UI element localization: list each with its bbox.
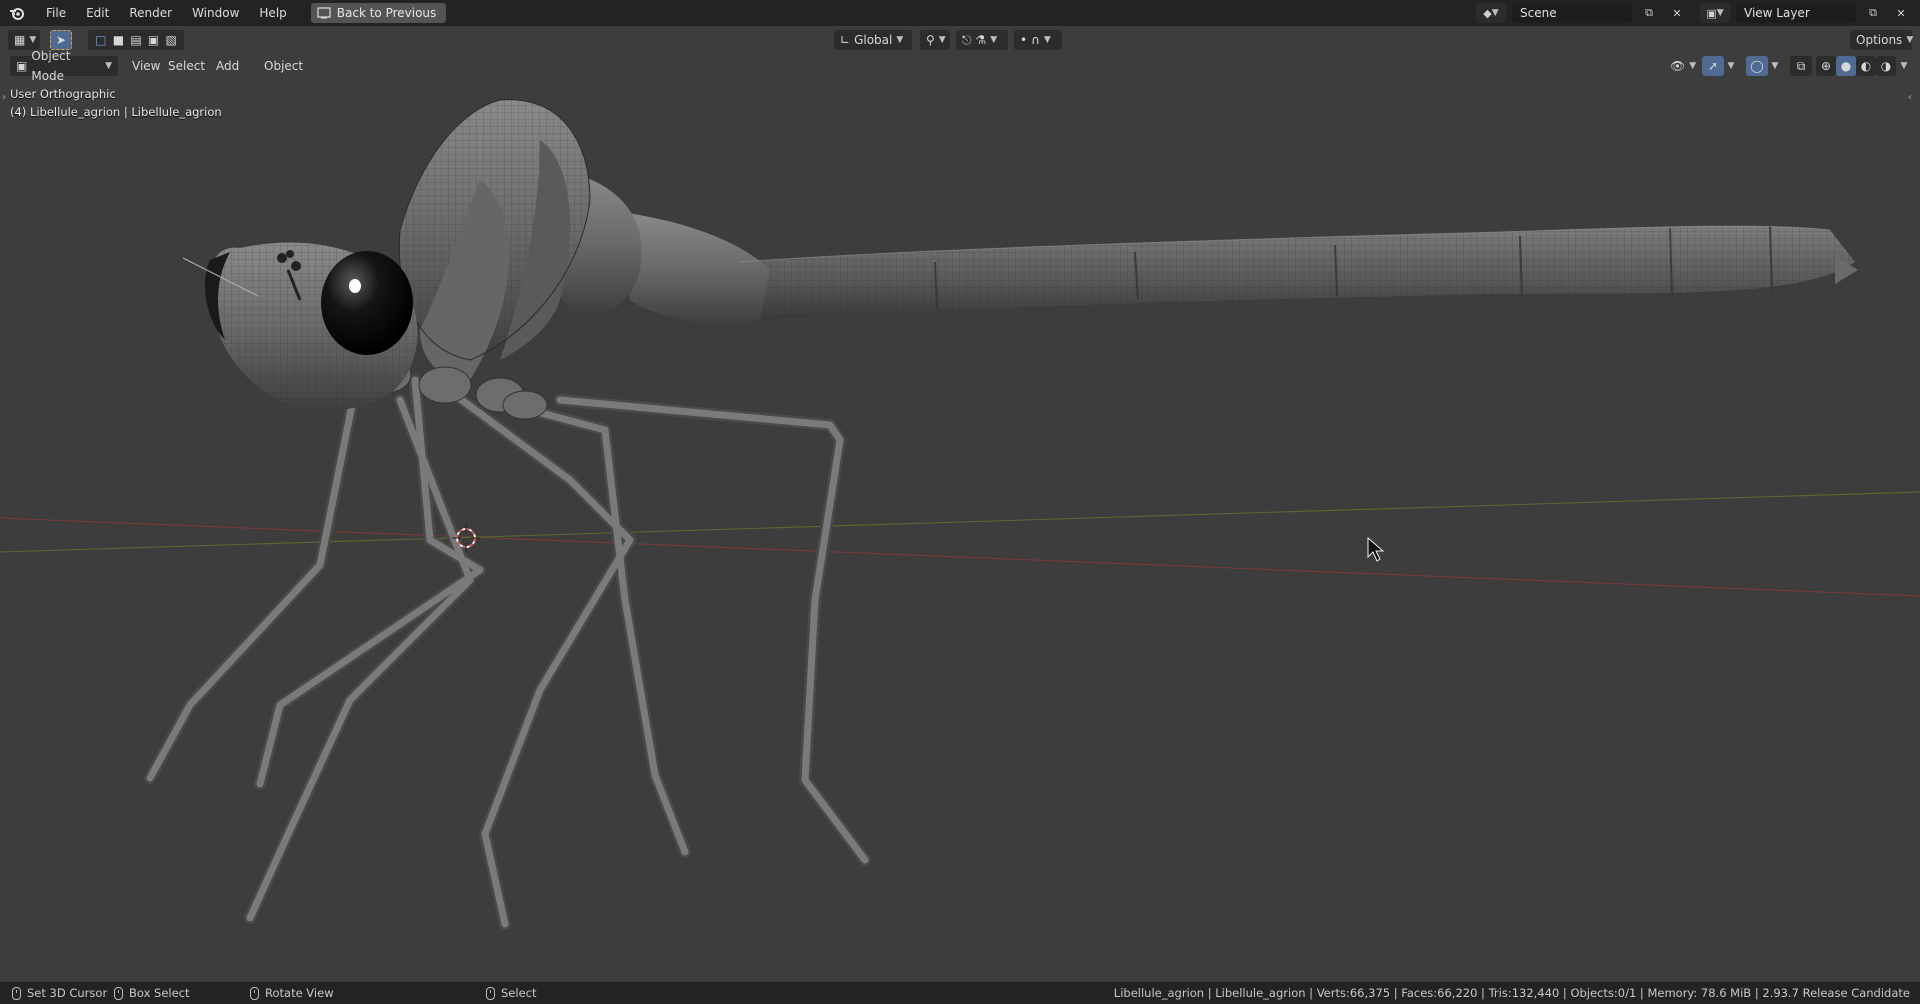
xray-icon[interactable]: ⧉ <box>1790 56 1812 76</box>
status-set-cursor: Set 3D Cursor <box>12 982 107 1004</box>
view-layer-icon[interactable]: ▣ ▼ <box>1700 3 1730 23</box>
menu-add[interactable]: Add <box>210 56 245 76</box>
menu-render[interactable]: Render <box>119 0 182 26</box>
status-box-select-label: Box Select <box>129 986 190 1000</box>
transform-orientation-label: Global <box>854 33 893 47</box>
shading-solid-icon[interactable]: ● <box>1836 56 1856 76</box>
menu-file[interactable]: File <box>36 0 76 26</box>
status-select-label: Select <box>501 986 537 1000</box>
new-scene-icon[interactable]: ⧉ <box>1638 3 1660 23</box>
toolbar-toggle-icon[interactable]: › <box>2 92 6 103</box>
y-axis-line <box>0 491 1920 553</box>
scene-field[interactable]: Scene <box>1512 3 1632 23</box>
object-mode-dropdown[interactable]: ▣ Object Mode ▼ <box>10 49 118 83</box>
blender-logo-icon[interactable] <box>8 4 26 22</box>
delete-view-layer-icon[interactable]: ✕ <box>1890 3 1912 23</box>
proportional-icon[interactable]: • ∩ ▼ <box>1014 30 1062 50</box>
object-mode-label: Object Mode <box>31 49 71 83</box>
transform-orientation-icon: ∟ <box>840 33 851 47</box>
top-menu-bar: File Edit Render Window Help Back to Pre… <box>0 0 1920 26</box>
active-object-info: (4) Libellule_agrion | Libellule_agrion <box>10 105 222 119</box>
visibility-icon[interactable]: 👁 ▼ <box>1664 56 1696 76</box>
transform-orientation-dropdown[interactable]: ∟ Global ▼ <box>834 30 912 50</box>
menu-view[interactable]: View <box>126 56 166 76</box>
object-mode-icon: ▣ <box>16 59 28 73</box>
box-select-mode-icon[interactable]: □ ■ ▤ ▣ ▧ <box>88 30 184 50</box>
view-layer-field[interactable]: View Layer <box>1736 3 1856 23</box>
view-header: ▣ Object Mode ▼ View Select Add Object 👁… <box>0 49 1920 83</box>
mouse-right-icon <box>486 986 495 1000</box>
status-rotate-view-label: Rotate View <box>265 986 334 1000</box>
scene-icon[interactable]: ◆ ▼ <box>1476 3 1506 23</box>
x-axis-line <box>0 517 1920 597</box>
menu-help[interactable]: Help <box>249 0 296 26</box>
shading-rendered-icon[interactable]: ◑ <box>1876 56 1896 76</box>
gizmo-icon[interactable]: ➚ <box>1702 56 1724 76</box>
dragonfly-model <box>144 99 1858 930</box>
back-to-previous-button[interactable]: Back to Previous <box>310 3 447 23</box>
new-view-layer-icon[interactable]: ⧉ <box>1862 3 1884 23</box>
back-to-previous-label: Back to Previous <box>336 6 437 20</box>
shading-wireframe-icon[interactable]: ⊕ <box>1816 56 1836 76</box>
status-select: Select <box>486 982 536 1004</box>
mouse-left-icon <box>12 986 21 1000</box>
pivot-icon[interactable]: ⚲ ▼ <box>920 30 950 50</box>
3d-viewport[interactable] <box>0 0 1920 1004</box>
menu-window[interactable]: Window <box>182 0 249 26</box>
menu-object[interactable]: Object <box>258 56 309 76</box>
menu-select[interactable]: Select <box>162 56 211 76</box>
overlay-icon[interactable]: ◯ <box>1746 56 1768 76</box>
delete-scene-icon[interactable]: ✕ <box>1666 3 1688 23</box>
scene-statistics: Libellule_agrion | Libellule_agrion | Ve… <box>1113 986 1910 1000</box>
mouse-drag-icon <box>114 986 123 1000</box>
shading-dropdown-icon[interactable]: ▼ <box>1896 56 1912 76</box>
status-box-select: Box Select <box>114 982 190 1004</box>
snap-icon[interactable]: ⎋ ⚗ ▼ <box>956 30 1008 50</box>
status-rotate-view: Rotate View <box>250 982 334 1004</box>
options-label: Options <box>1856 33 1903 47</box>
options-dropdown[interactable]: Options ▼ <box>1850 30 1913 50</box>
status-set-cursor-label: Set 3D Cursor <box>27 986 108 1000</box>
compound-eye <box>321 251 413 355</box>
menu-edit[interactable]: Edit <box>76 0 119 26</box>
screen-icon <box>317 7 331 19</box>
tool-header: ▦ ▼ ➤ □ ■ ▤ ▣ ▧ ∟ Global ▼ ⚲ ▼ ⎋ ⚗ ▼ • ∩ ▼ Options… <box>0 28 1920 52</box>
view-name-label: User Orthographic <box>10 87 116 101</box>
mouse-middle-icon <box>250 986 259 1000</box>
status-bar: Set 3D Cursor Box Select Rotate View Sel… <box>0 982 1920 1004</box>
overlay-dropdown-icon[interactable]: ▼ <box>1768 56 1782 76</box>
mouse-cursor-icon <box>1367 536 1385 562</box>
sidebar-toggle-icon[interactable]: ‹ <box>1908 92 1912 103</box>
shading-material-icon[interactable]: ◐ <box>1856 56 1876 76</box>
gizmo-dropdown-icon[interactable]: ▼ <box>1724 56 1738 76</box>
